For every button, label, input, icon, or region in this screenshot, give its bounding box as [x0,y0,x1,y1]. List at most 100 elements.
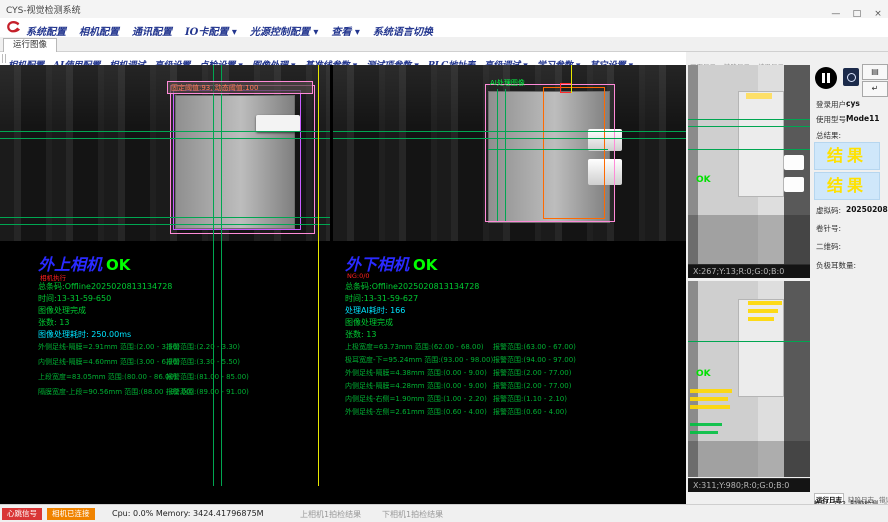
negative-tab-count-label: 负极耳数量: [816,260,856,271]
baseline-line [688,341,810,342]
measurement-row: 内侧足线-右侧=1.90mm 范围:(1.00 - 2.20) 报警范围:(1.… [345,394,645,407]
warning-range: 报警范围:(2.00 - 77.00) [493,381,571,391]
count-line: 张数: 13 [38,317,69,328]
application-window: CYS-视觉检测系统 — □ × 系统配置相机配置通讯配置 IO卡配置 ▾ 光源控制… [0,0,888,522]
roi-rectangle-orange [543,87,605,219]
measurement-row: 极耳宽度-下=95.24mm 范围:(93.00 - 98.00) 报警范围:(… [345,355,645,368]
overlay-text-mini [690,423,722,426]
exec-status: NG:0/0 [347,272,370,280]
overlay-text-mini [748,309,778,313]
result-box-1: 结果 [814,142,880,170]
measurement-value: 外侧足线-左侧=2.61mm 范围:(0.60 - 4.00) [345,407,493,417]
warning-range: 报警范围:(2.00 - 77.00) [493,368,571,378]
pause-button[interactable] [815,67,837,89]
measurement-row: 隔膜宽度-上段=90.56mm 范围:(88.00 - 92.00) 报警范围:… [38,387,330,402]
tab-run-image[interactable]: 运行图像 [3,38,57,52]
barcode-line: 总条码:Offline2025020813134728 [38,281,172,292]
qr-code-label: 二维码: [816,241,841,252]
camera-view-lower[interactable]: AI处理图像 外下相机OK NG:0/0 总条码:Offline20250208… [333,65,686,486]
statusbar: 心跳信号 相机已连接 Cpu: 0.0% Memory: 3424.417968… [0,504,888,522]
menu-item[interactable]: 系统配置 [26,23,66,38]
baseline-line [688,149,810,150]
control-panel: ▤ ↵ 登录用户: cys 使用型号: Mode11 总结果: 结果 结果 虚拟… [812,52,888,504]
login-user-value: cys [846,99,860,108]
titlebar: CYS-视觉检测系统 — □ × [0,0,888,19]
image-shade [688,215,810,264]
measurement-value: 内侧足线-隔膜=4.28mm 范围:(0.00 - 9.00) [345,381,493,391]
menu-item[interactable]: IO卡配置 ▾ [185,23,237,38]
pixel-coords-readout: X:311;Y:980;R:0;G:0;B:0 [688,478,810,492]
overlay-text-mini [690,397,728,401]
total-result-label: 总结果: [816,130,841,141]
menu-item[interactable]: 通讯配置 [132,23,172,38]
pause-icon [822,73,825,83]
camera-capture-button[interactable] [843,68,859,86]
baseline-line [333,131,686,132]
bright-feature-blob [784,155,804,170]
upper-camera-hint: 上相机1拍检结果 [300,509,361,520]
warning-range: 报警范围:(89.00 - 91.00) [166,387,249,397]
menu-item[interactable]: 系统语言切换 [373,23,433,38]
measurement-row: 上段宽度=83.05mm 范围:(80.00 - 86.00) 报警范围:(81… [38,372,330,387]
measurement-row: 上极宽度=63.73mm 范围:(62.00 - 68.00) 报警范围:(63… [345,342,645,355]
menu-item[interactable]: 相机配置 [79,23,119,38]
login-user-label: 登录用户: [816,99,849,110]
overlay-text-mini [690,431,718,434]
overlay-text-mini [690,405,730,409]
measurement-value: 上极宽度=63.73mm 范围:(62.00 - 68.00) [345,342,493,352]
menu-item[interactable]: 光源控制配置 ▾ [250,23,319,38]
baseline-line [0,131,330,132]
grid-view-button[interactable]: ▤ [862,64,888,80]
measurement-value: 极耳宽度-下=95.24mm 范围:(93.00 - 98.00) [345,355,493,365]
main-area: 固定阈值:93, 动态阈值:100 外上相机OK 相机执行 总条码:Offlin… [0,65,888,504]
tab-strip: 运行图像 [0,37,888,52]
baseline-line [0,217,330,218]
camera-icon [847,73,856,82]
warning-range: 报警范围:(0.60 - 4.00) [493,407,567,417]
measurement-value: 外侧足线-隔膜=2.91mm 范围:(2.00 - 3.50) [38,342,166,352]
cursor-vline-yellow [318,65,319,486]
baseline-vline [497,89,498,221]
image-shade [688,441,810,477]
menu-item[interactable]: 查看 ▾ [331,23,360,38]
measurement-row: 内侧足线-隔膜=4.28mm 范围:(0.00 - 9.00) 报警范围:(2.… [345,381,645,394]
measurement-value: 隔膜宽度-上段=90.56mm 范围:(88.00 - 92.00) [38,387,166,397]
ai-image-label: AI处理图像 [490,78,525,88]
measurement-row: 内侧足线-隔膜=4.60mm 范围:(3.00 - 6.00) 报警范围:(3.… [38,357,330,372]
status-line: 图像处理完成 [38,305,86,316]
roi-rectangle-violet [173,90,301,230]
pin-number-label: 卷针号: [816,223,841,234]
cell-region [738,299,784,397]
ai-elapsed-line: 处理AI耗时: 166 [345,305,405,316]
baseline-line [688,126,810,127]
status-line: 图像处理完成 [345,317,393,328]
camera-view-upper[interactable]: 固定阈值:93, 动态阈值:100 外上相机OK 相机执行 总条码:Offlin… [0,65,330,486]
heartbeat-status-badge: 心跳信号 [2,508,42,520]
time-line: 时间:13-31-59-627 [345,293,418,304]
overlay-text-mini [690,389,732,393]
cursor-vline-yellow [571,65,572,93]
count-line: 张数: 13 [345,329,376,340]
bright-feature-blob [784,177,804,192]
result-ok-badge: OK [696,175,711,185]
warning-range: 报警范围:(1.10 - 2.10) [493,394,567,404]
overlay-text-mini [748,301,782,305]
baseline-line [333,138,686,139]
camera-status-badge: 相机已连接 [47,508,95,520]
overlay-label-mini [746,93,772,99]
barcode-line: 总条码:Offline2025020813134728 [345,281,479,292]
result-box-2: 结果 [814,172,880,200]
return-button[interactable]: ↵ [862,81,888,97]
thumbnail-view-2[interactable]: OK [688,281,810,477]
thumbnail-view-1[interactable]: OK [688,65,810,264]
warning-range: 报警范围:(63.00 - 67.00) [493,342,576,352]
measurement-list: 上极宽度=63.73mm 范围:(62.00 - 68.00) 报警范围:(63… [345,342,645,420]
measurement-value: 内侧足线-右侧=1.90mm 范围:(1.00 - 2.20) [345,394,493,404]
measurement-row: 外侧足线-隔膜=2.91mm 范围:(2.00 - 3.50) 报警范围:(2.… [38,342,330,357]
sidebar: 画面显示缺陷显示结果显示 OK X:267;Y:13;R:0;G:0;B:0 [686,52,888,504]
menubar: 系统配置相机配置通讯配置 IO卡配置 ▾ 光源控制配置 ▾ 查看 ▾ 系统语言切换 [0,18,888,38]
warning-range: 报警范围:(81.00 - 85.00) [166,372,249,382]
baseline-vline [505,89,506,221]
model-value: Mode11 [846,114,880,123]
baseline-line [0,138,330,139]
